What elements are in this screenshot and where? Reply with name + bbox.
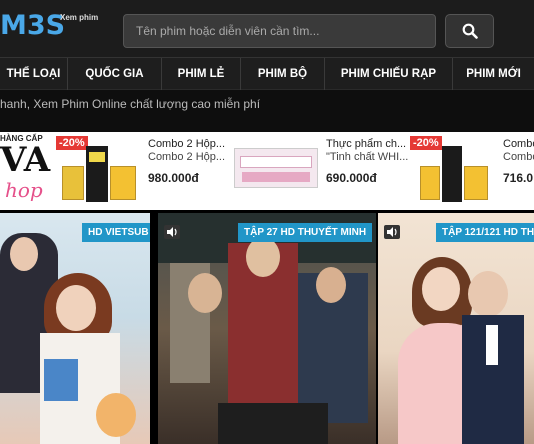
product-title: Combo 2 Hộp... <box>148 138 226 150</box>
speaker-icon <box>164 225 180 239</box>
product-subtitle: "Tinh chất WHI... <box>326 151 409 163</box>
poster-image <box>0 213 150 444</box>
ad-banner-main-text: VA <box>0 140 51 180</box>
main-nav: THỂ LOẠI QUỐC GIA PHIM LẺ PHIM BỘ PHIM C… <box>0 57 534 91</box>
product-image <box>234 148 318 188</box>
poster-image <box>158 213 376 444</box>
quality-badge: TẬP 27 HD THUYẾT MINH <box>238 223 373 242</box>
movie-card[interactable]: HD VIETSUB <box>0 213 150 444</box>
nav-item-quoc-gia[interactable]: QUỐC GIA <box>68 58 162 91</box>
quality-badge: HD VIETSUB <box>82 223 150 242</box>
product-price: 980.000đ <box>148 171 199 185</box>
logo-subtitle: Xem phim <box>60 13 99 22</box>
quality-badge: TẬP 121/121 HD THU <box>436 223 534 242</box>
search-button[interactable] <box>445 14 494 48</box>
site-logo[interactable]: M3S <box>0 10 65 41</box>
poster-image <box>378 213 534 444</box>
product-price: 690.000đ <box>326 171 377 185</box>
ad-strip: HÀNG CẤP VA hop -20% Combo 2 Hộp... Comb… <box>0 132 534 210</box>
product-price: 716.0 <box>503 171 534 185</box>
product-subtitle: Combo 2 Hộp... <box>148 151 226 163</box>
product-title: Thực phẩm ch... <box>326 138 407 150</box>
nav-item-phim-le[interactable]: PHIM LẺ <box>162 58 241 91</box>
product-image <box>420 138 490 202</box>
movie-card[interactable]: TẬP 27 HD THUYẾT MINH <box>158 213 376 444</box>
search-icon <box>462 23 478 39</box>
ad-banner[interactable]: HÀNG CẤP VA hop <box>0 132 52 210</box>
product-subtitle: Combo <box>503 151 534 163</box>
product-title: Combo <box>503 138 534 150</box>
site-tagline: hanh, Xem Phim Online chất lượng cao miễ… <box>0 90 534 132</box>
product-image <box>62 138 140 202</box>
nav-item-phim-chieu-rap[interactable]: PHIM CHIẾU RẠP <box>325 58 453 91</box>
site-header: M3S Xem phim Tên phim hoặc diễn viên cần… <box>0 0 534 57</box>
ad-banner-script-text: hop <box>5 178 43 202</box>
movie-grid: HD VIETSUB TẬP 27 HD THUYẾT MINH TẬP 121… <box>0 210 534 444</box>
nav-item-phim-moi[interactable]: PHIM MỚI <box>453 58 534 91</box>
search-input[interactable]: Tên phim hoặc diễn viên cần tìm... <box>123 14 436 48</box>
speaker-icon <box>384 225 400 239</box>
nav-item-phim-bo[interactable]: PHIM BỘ <box>241 58 325 91</box>
nav-item-the-loai[interactable]: THỂ LOẠI <box>0 58 68 91</box>
movie-card[interactable]: TẬP 121/121 HD THU <box>378 213 534 444</box>
